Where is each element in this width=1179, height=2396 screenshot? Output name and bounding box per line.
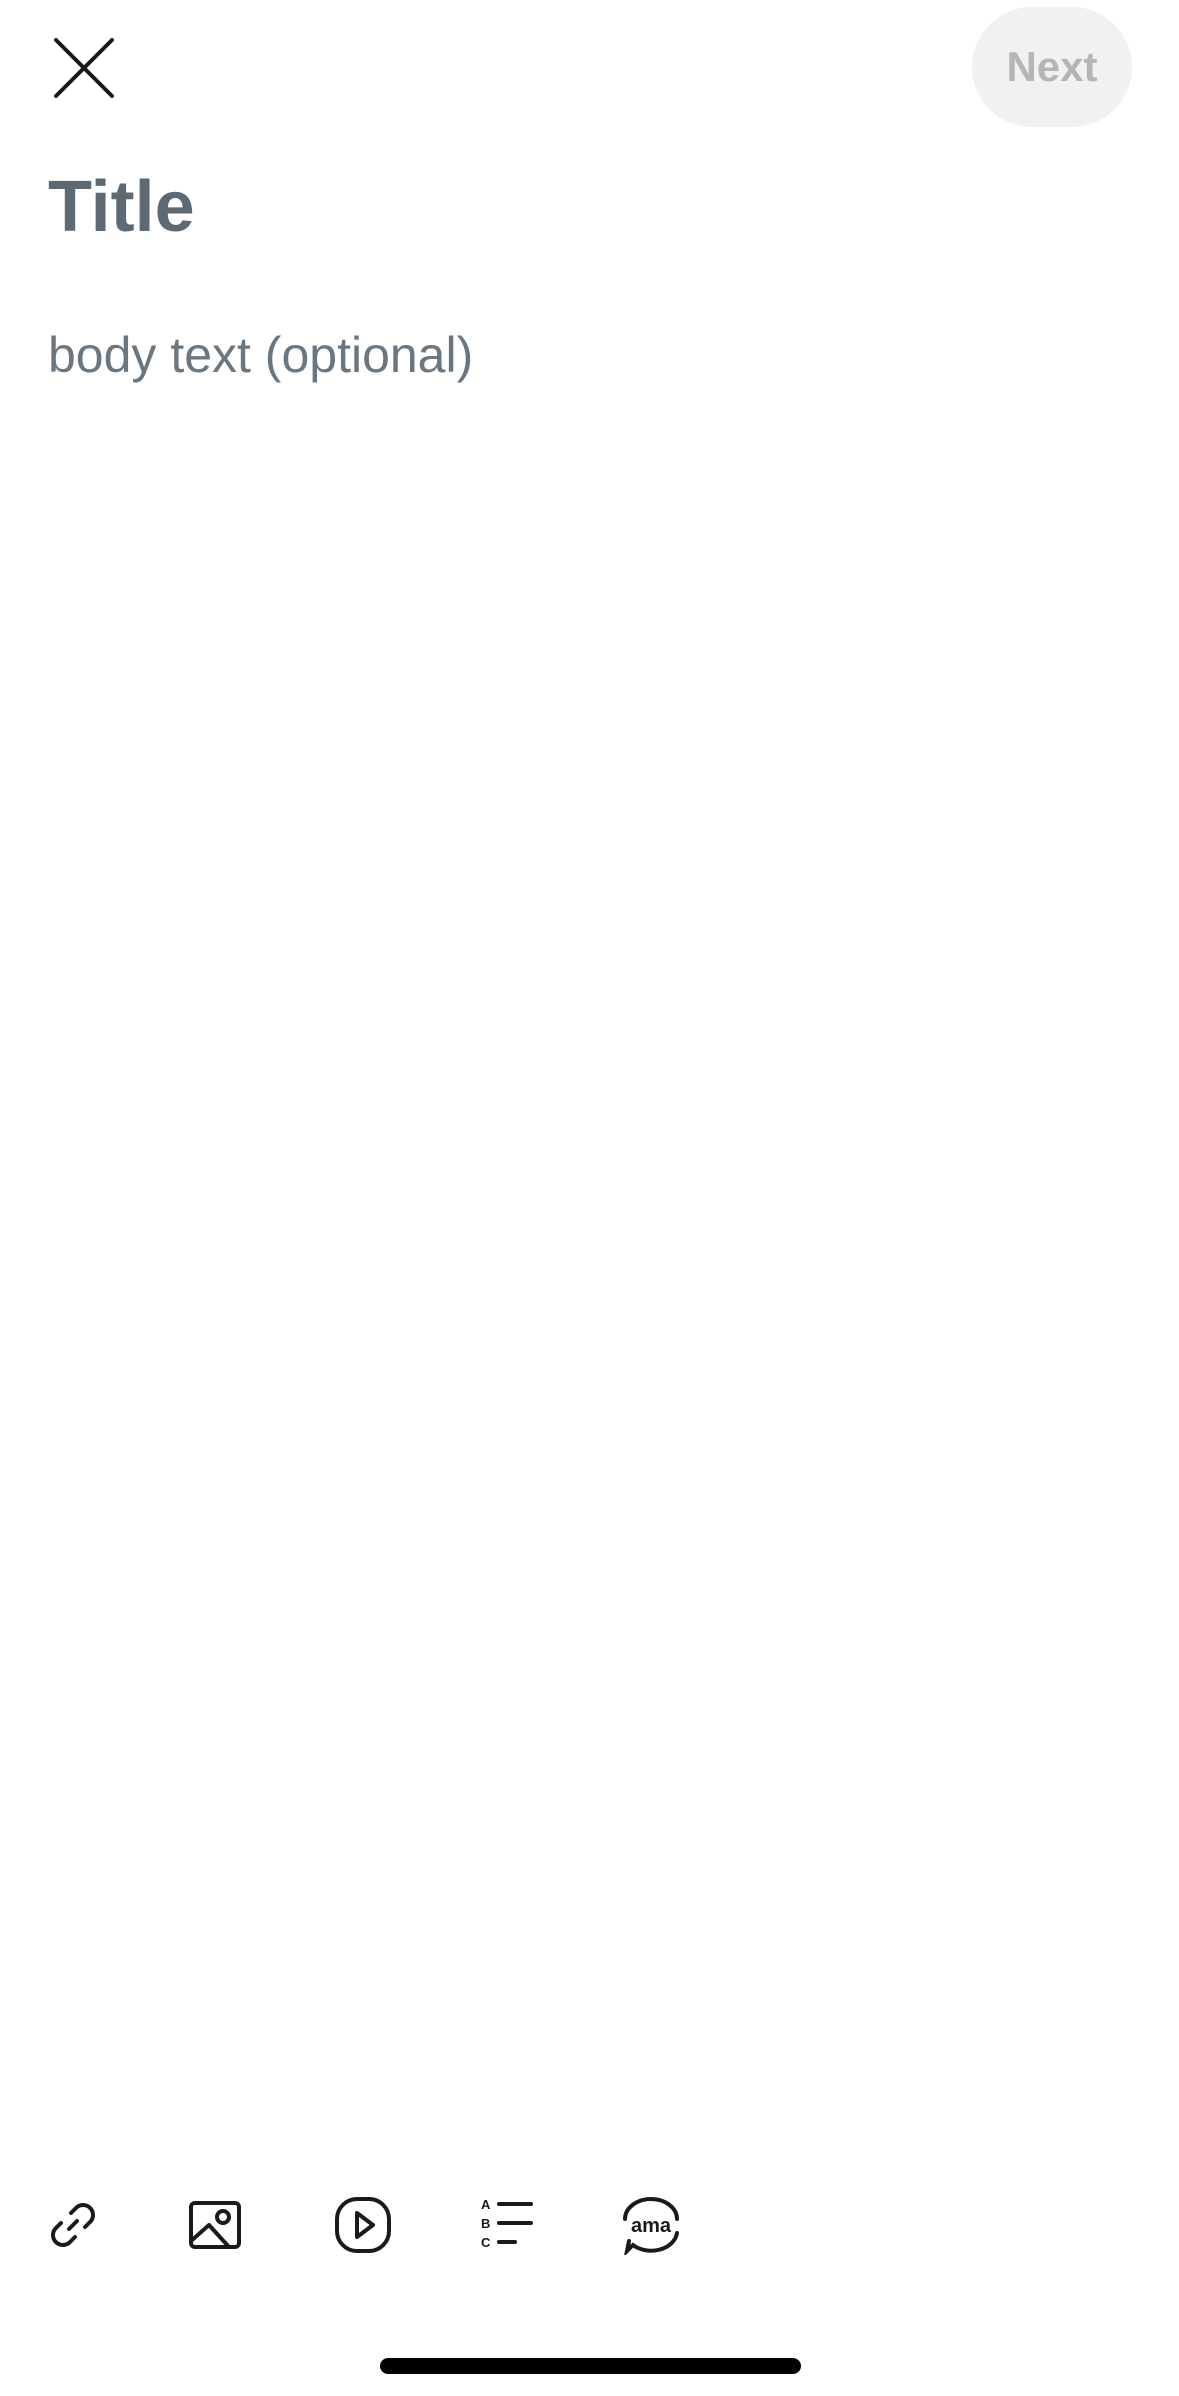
poll-option-b-glyph: B [481, 2216, 490, 2231]
poll-option-c-glyph: C [481, 2235, 491, 2250]
title-input[interactable]: Title [48, 162, 1128, 252]
ama-label: ama [631, 2215, 672, 2237]
attachment-toolbar: A B C ama [0, 2180, 1179, 2270]
add-image-button[interactable] [170, 2180, 260, 2270]
image-icon [189, 2201, 241, 2249]
video-icon [335, 2197, 391, 2253]
add-ama-button[interactable]: ama [606, 2180, 696, 2270]
close-button[interactable] [44, 28, 124, 108]
home-indicator [380, 2358, 801, 2374]
poll-option-a-glyph: A [481, 2197, 491, 2212]
poll-icon: A B C [481, 2197, 533, 2250]
body-text-input[interactable]: body text (optional) [48, 320, 1128, 390]
close-icon [54, 38, 114, 98]
add-poll-button[interactable]: A B C [462, 2180, 552, 2270]
add-link-button[interactable] [28, 2180, 118, 2270]
next-button[interactable]: Next [972, 7, 1132, 127]
add-video-button[interactable] [318, 2180, 408, 2270]
ama-icon: ama [623, 2197, 679, 2255]
link-icon [51, 2203, 95, 2247]
